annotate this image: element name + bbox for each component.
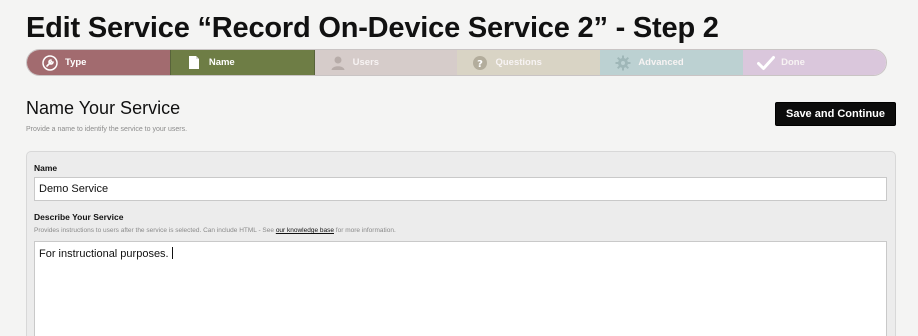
name-label: Name [34,163,58,173]
checkmark-icon [757,54,776,72]
step-label: Advanced [638,57,684,68]
save-and-continue-button[interactable]: Save and Continue [775,102,896,126]
describe-help-text: Provides instructions to users after the… [34,227,276,234]
step-users[interactable]: Users [314,50,458,75]
step-label: Done [781,57,805,68]
describe-text: For instructional purposes. [39,248,169,260]
step-done[interactable]: Done [743,50,886,75]
text-caret [171,247,173,259]
name-input[interactable] [34,177,887,201]
knowledge-base-link[interactable]: our knowledge base [276,227,334,234]
section-title: Name Your Service [26,98,181,118]
wizard-steps: Type Name Users ? Questions Advanced Don… [26,49,887,76]
step-questions[interactable]: ? Questions [457,50,601,75]
step-label: Users [352,57,380,68]
step-name[interactable]: Name [169,50,315,75]
gear-icon [614,54,632,72]
step-type[interactable]: Type [27,50,170,75]
user-icon [329,54,347,72]
wrench-icon [41,54,59,72]
step-label: Name [208,57,235,68]
document-icon [185,54,203,72]
describe-textarea[interactable]: For instructional purposes. [34,241,887,336]
svg-text:?: ? [478,59,484,70]
step-label: Questions [495,57,542,68]
step-label: Type [65,57,87,68]
describe-help: Provides instructions to users after the… [34,227,396,234]
describe-label: Describe Your Service [34,212,124,222]
page-title: Edit Service “Record On-Device Service 2… [26,12,719,44]
section-subtitle: Provide a name to identify the service t… [26,126,188,133]
question-icon: ? [471,54,489,72]
step-advanced[interactable]: Advanced [600,50,744,75]
describe-help-text-end: for more information. [334,227,396,234]
